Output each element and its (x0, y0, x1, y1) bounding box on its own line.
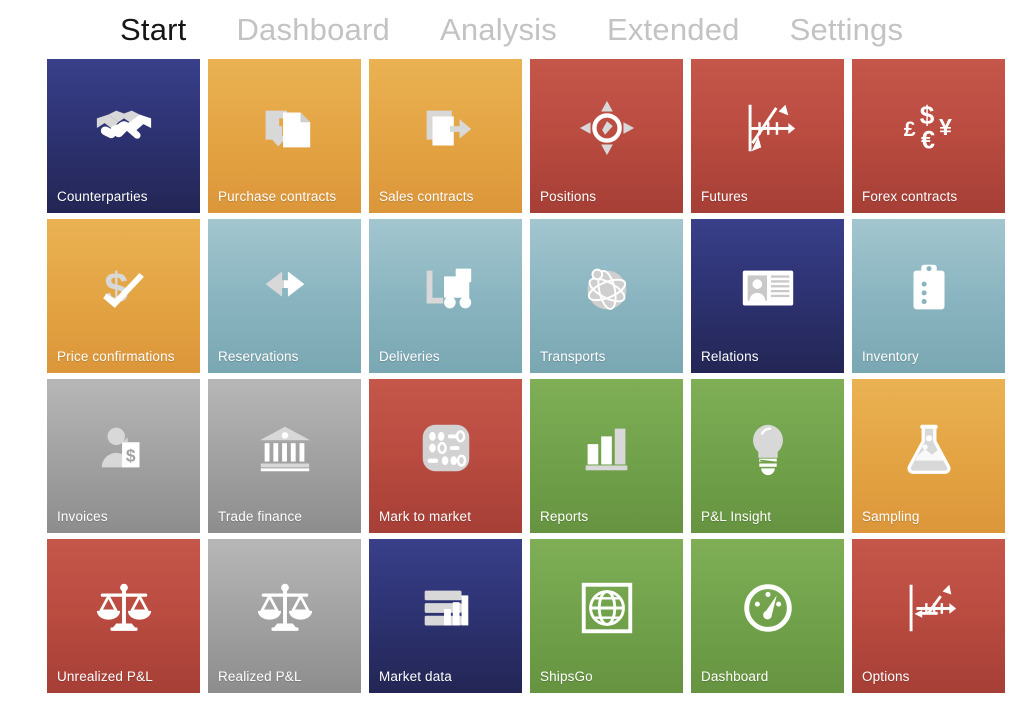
tile-label: Sampling (862, 509, 920, 524)
scales-icon (47, 565, 200, 651)
compass-icon (530, 85, 683, 171)
id-card-icon (691, 245, 844, 331)
tile-label: Unrealized P&L (57, 669, 153, 684)
tile-label: Positions (540, 189, 597, 204)
nav-tab-dashboard[interactable]: Dashboard (211, 10, 414, 50)
forklift-icon (369, 245, 522, 331)
tile-price-confirmations[interactable]: $ Price confirmations (47, 219, 200, 373)
tile-purchase-contracts[interactable]: Purchase contracts (208, 59, 361, 213)
handshake-icon (47, 85, 200, 171)
document-in-icon (208, 85, 361, 171)
tile-label: Reservations (218, 349, 299, 364)
svg-text:$: $ (125, 446, 135, 466)
tile-positions[interactable]: Positions (530, 59, 683, 213)
chart-step-icon (852, 565, 1005, 651)
bank-icon (208, 405, 361, 491)
tile-sampling[interactable]: Sampling (852, 379, 1005, 533)
tile-realized-pandl[interactable]: Realized P&L (208, 539, 361, 693)
tile-unrealized-pandl[interactable]: Unrealized P&L (47, 539, 200, 693)
tile-label: Mark to market (379, 509, 472, 524)
tile-options[interactable]: Options (852, 539, 1005, 693)
tile-label: Counterparties (57, 189, 148, 204)
tile-reservations[interactable]: Reservations (208, 219, 361, 373)
tile-label: Reports (540, 509, 589, 524)
tile-label: Options (862, 669, 910, 684)
bar-chart-icon (530, 405, 683, 491)
tile-label: Sales contracts (379, 189, 474, 204)
tile-mark-to-market[interactable]: Mark to market (369, 379, 522, 533)
tile-label: Market data (379, 669, 452, 684)
tile-transports[interactable]: Transports (530, 219, 683, 373)
server-chart-icon (369, 565, 522, 651)
tile-label: Inventory (862, 349, 919, 364)
globe-sphere-icon (530, 245, 683, 331)
tile-label: Transports (540, 349, 606, 364)
tile-shipsgo[interactable]: ShipsGo (530, 539, 683, 693)
tile-dashboard[interactable]: Dashboard (691, 539, 844, 693)
document-out-icon (369, 85, 522, 171)
nav-tab-extended[interactable]: Extended (582, 10, 765, 50)
svg-text:£: £ (903, 117, 915, 141)
tile-sales-contracts[interactable]: Sales contracts (369, 59, 522, 213)
tile-label: Realized P&L (218, 669, 302, 684)
svg-text:¥: ¥ (939, 114, 952, 140)
tile-reports[interactable]: Reports (530, 379, 683, 533)
currencies-icon: $ £ ¥ € (852, 85, 1005, 171)
tile-label: Relations (701, 349, 759, 364)
tile-grid: Counterparties Purchase contracts Sales co… (47, 59, 1005, 693)
nav-tab-start[interactable]: Start (95, 10, 211, 50)
lightbulb-icon (691, 405, 844, 491)
chart-trend-icon (691, 85, 844, 171)
tile-relations[interactable]: Relations (691, 219, 844, 373)
nav-tab-settings[interactable]: Settings (765, 10, 929, 50)
globe-box-icon (530, 565, 683, 651)
tile-label: Price confirmations (57, 349, 175, 364)
tile-label: P&L Insight (701, 509, 772, 524)
tile-label: Deliveries (379, 349, 440, 364)
tile-label: Dashboard (701, 669, 769, 684)
binary-pad-icon (369, 405, 522, 491)
tile-label: Forex contracts (862, 189, 958, 204)
tile-futures[interactable]: Futures (691, 59, 844, 213)
two-arrows-icon (208, 245, 361, 331)
tile-inventory[interactable]: Inventory (852, 219, 1005, 373)
main-navigation: Start Dashboard Analysis Extended Settings (0, 0, 1024, 59)
dollar-check-icon: $ (47, 245, 200, 331)
scales-icon (208, 565, 361, 651)
tile-label: Futures (701, 189, 748, 204)
tile-label: Trade finance (218, 509, 302, 524)
tile-pandl-insight[interactable]: P&L Insight (691, 379, 844, 533)
tile-deliveries[interactable]: Deliveries (369, 219, 522, 373)
gauge-icon (691, 565, 844, 651)
tile-label: ShipsGo (540, 669, 593, 684)
tile-label: Purchase contracts (218, 189, 337, 204)
tile-counterparties[interactable]: Counterparties (47, 59, 200, 213)
tile-forex-contracts[interactable]: $ £ ¥ € Forex contracts (852, 59, 1005, 213)
tile-trade-finance[interactable]: Trade finance (208, 379, 361, 533)
person-invoice-icon: $ (47, 405, 200, 491)
tile-market-data[interactable]: Market data (369, 539, 522, 693)
tile-label: Invoices (57, 509, 108, 524)
flask-icon (852, 405, 1005, 491)
clipboard-icon (852, 245, 1005, 331)
tile-invoices[interactable]: $ Invoices (47, 379, 200, 533)
start-page: Start Dashboard Analysis Extended Settings C… (0, 0, 1024, 713)
nav-tab-analysis[interactable]: Analysis (415, 10, 582, 50)
svg-text:€: € (921, 126, 935, 154)
